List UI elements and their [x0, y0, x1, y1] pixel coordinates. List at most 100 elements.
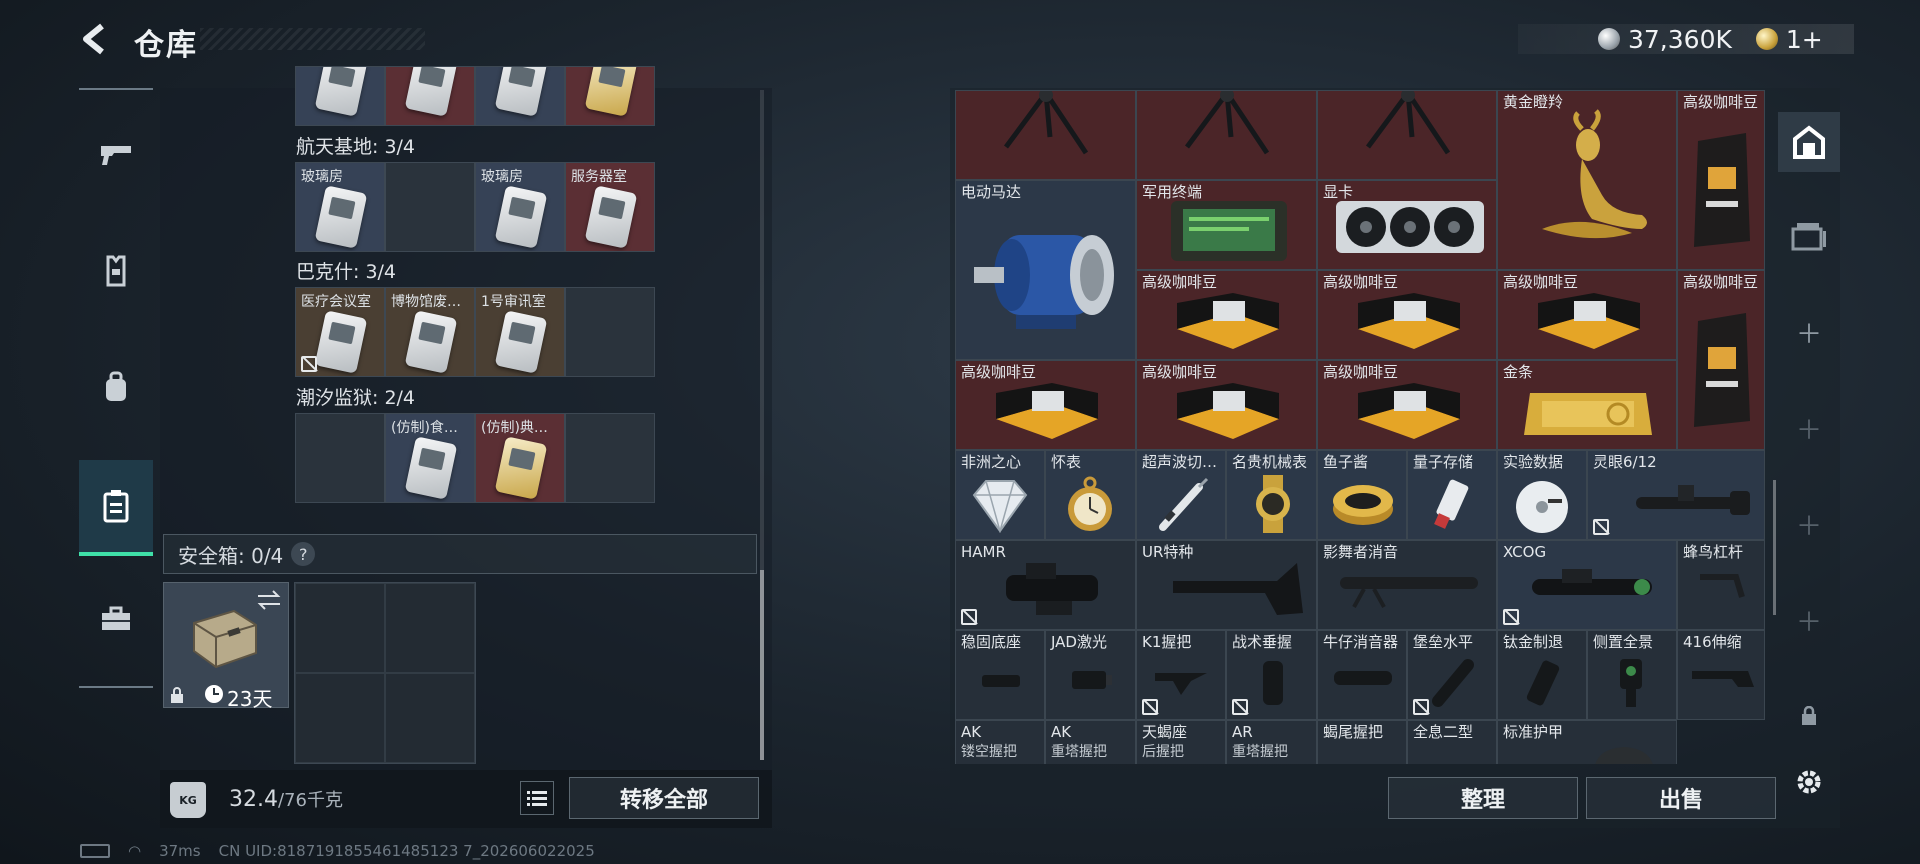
keycard-slot[interactable]: (仿制)食…	[385, 413, 475, 503]
stash-item-cowboy-suppressor[interactable]: 牛仔消音器	[1317, 630, 1407, 720]
organize-button[interactable]: 整理	[1388, 777, 1578, 819]
keycard-slot[interactable]: (仿制)典…	[475, 413, 565, 503]
stash-item-holo-sight[interactable]: 全息二型	[1407, 720, 1497, 764]
safe-slot[interactable]	[295, 673, 385, 763]
keycard-slot[interactable]: 博物馆废…	[385, 287, 475, 377]
stash-item-military-terminal[interactable]: 军用终端	[1136, 180, 1317, 270]
nav-keycard-holder-icon[interactable]	[79, 460, 153, 556]
storage-crate-icon[interactable]	[1778, 206, 1840, 266]
stash-item-coffee[interactable]: 高级咖啡豆	[1317, 360, 1497, 450]
keycard-slot-empty[interactable]	[565, 413, 655, 503]
lock-icon[interactable]	[1778, 686, 1840, 746]
mount-base-icon	[982, 675, 1020, 687]
transfer-all-button[interactable]: 转移全部	[569, 777, 759, 819]
item-label: 牛仔消音器	[1323, 633, 1399, 651]
stash-item-titanium-brake[interactable]: 钛金制退	[1497, 630, 1587, 720]
stash-item-coffee[interactable]: 高级咖啡豆	[1136, 270, 1317, 360]
stash-item-suppressor[interactable]: 影舞者消音	[1317, 540, 1497, 630]
keycard-slot[interactable]: 玻璃房	[475, 162, 565, 252]
settings-gear-icon[interactable]	[1778, 752, 1840, 812]
keycard-slot[interactable]: 医疗会议室	[295, 287, 385, 377]
back-arrow-icon[interactable]	[78, 22, 112, 56]
help-icon[interactable]: ?	[291, 542, 316, 566]
premium-amount[interactable]: 1+	[1786, 25, 1823, 54]
nav-toolbox-icon[interactable]	[79, 584, 153, 654]
stash-item-heart-of-africa[interactable]: 非洲之心	[955, 450, 1045, 540]
stash-item-golden-gazelle[interactable]: 黄金瞪羚	[1497, 90, 1677, 270]
stash-item-jad-laser[interactable]: JAD激光	[1045, 630, 1136, 720]
keycard-label: (仿制)典…	[481, 420, 548, 436]
stash-item-coffee[interactable]: 高级咖啡豆	[1136, 360, 1317, 450]
swap-icon[interactable]	[256, 589, 282, 611]
stash-item-lever[interactable]: 蜂鸟杠杆	[1677, 540, 1765, 630]
keycard-slot[interactable]	[295, 66, 385, 126]
safe-slot[interactable]	[385, 583, 475, 673]
stash-item-luxury-watch[interactable]: 名贵机械表	[1226, 450, 1317, 540]
item-label: 钛金制退	[1503, 633, 1564, 651]
stash-item-quantum-storage[interactable]: 量子存储	[1407, 450, 1497, 540]
stash-item-tripod[interactable]	[1136, 90, 1317, 180]
stash-item-coffee-bag[interactable]: 高级咖啡豆	[1677, 270, 1765, 450]
list-view-button[interactable]	[520, 781, 554, 815]
item-label: 天蝎座	[1142, 723, 1188, 741]
stash-item-ur-stock[interactable]: UR特种	[1136, 540, 1317, 630]
keycard-slot[interactable]: 玻璃房	[295, 162, 385, 252]
safe-box-case[interactable]: 23天	[163, 582, 289, 711]
stash-item-gold-bar[interactable]: 金条	[1497, 360, 1677, 450]
add-container-icon[interactable]: ＋	[1778, 398, 1840, 458]
stash-item-tripod[interactable]	[955, 90, 1136, 180]
stash-item-gpu[interactable]: 显卡	[1317, 180, 1497, 270]
add-container-icon[interactable]: ＋	[1778, 302, 1840, 362]
nav-backpack-icon[interactable]	[79, 352, 153, 422]
stash-item-416-stock[interactable]: 416伸缩	[1677, 630, 1765, 720]
stash-item-ak-heavy-grip[interactable]: AK 重塔握把	[1045, 720, 1136, 764]
stash-item-coffee-bag[interactable]: 高级咖啡豆	[1677, 90, 1765, 270]
stash-item-ak-grip[interactable]: AK 镂空握把	[955, 720, 1045, 764]
stash-item-pocket-watch[interactable]: 怀表	[1045, 450, 1136, 540]
keycard-slot[interactable]: 1号审讯室	[475, 287, 565, 377]
add-container-icon[interactable]: ＋	[1778, 590, 1840, 650]
ultrasonic-cutter-icon	[1159, 477, 1209, 531]
keycard-slot-empty[interactable]	[295, 413, 385, 503]
stash-item-electric-motor[interactable]: 电动马达	[955, 180, 1136, 360]
stash-item-scorpion-tail-grip[interactable]: 蝎尾握把	[1317, 720, 1407, 764]
keycard-slot[interactable]	[385, 66, 475, 126]
stash-item-tactical-grip[interactable]: 战术垂握	[1226, 630, 1317, 720]
stash-item-scope[interactable]: 灵眼6/12	[1587, 450, 1765, 540]
keycard-slot[interactable]: 服务器室	[565, 162, 655, 252]
stash-item-tripod[interactable]	[1317, 90, 1497, 180]
stash-item-scorpio-grip[interactable]: 天蝎座 后握把	[1136, 720, 1226, 764]
sell-button[interactable]: 出售	[1586, 777, 1776, 819]
stash-item-standard-armor[interactable]: 标准护甲	[1497, 720, 1677, 764]
keycard-slot[interactable]	[475, 66, 565, 126]
stash-item-coffee[interactable]: 高级咖啡豆	[1317, 270, 1497, 360]
nav-armor-vest-icon[interactable]	[79, 236, 153, 306]
keycard-slot-empty[interactable]	[385, 162, 475, 252]
stash-item-stable-base[interactable]: 稳固底座	[955, 630, 1045, 720]
stash-item-experiment-data[interactable]: 实验数据	[1497, 450, 1587, 540]
add-container-icon[interactable]: ＋	[1778, 494, 1840, 554]
stash-house-icon[interactable]	[1778, 112, 1840, 172]
safe-slot[interactable]	[385, 673, 475, 763]
stash-item-caviar[interactable]: 鱼子酱	[1317, 450, 1407, 540]
stash-item-coffee[interactable]: 高级咖啡豆	[1497, 270, 1677, 360]
keycard-icon	[494, 310, 548, 374]
stash-item-ultrasonic-cutter[interactable]: 超声波切…	[1136, 450, 1226, 540]
coffee-box-icon	[1177, 293, 1279, 349]
stash-item-coffee[interactable]: 高级咖啡豆	[955, 360, 1136, 450]
stash-item-xcog[interactable]: XCOG	[1497, 540, 1677, 630]
stash-scrollbar-thumb[interactable]	[1773, 480, 1776, 615]
nav-weapons-gun-icon[interactable]	[79, 120, 153, 190]
stash-item-hamr[interactable]: HAMR	[955, 540, 1136, 630]
left-scrollbar-thumb[interactable]	[760, 570, 764, 760]
keycard-slot[interactable]	[565, 66, 655, 126]
right-container-nav: ＋ ＋ ＋ ＋	[1778, 96, 1840, 816]
electric-motor-icon	[974, 235, 1114, 329]
stash-item-fortress-level[interactable]: 堡垒水平	[1407, 630, 1497, 720]
stash-item-ar-heavy-grip[interactable]: AR 重塔握把	[1226, 720, 1317, 764]
keycard-slot-empty[interactable]	[565, 287, 655, 377]
stash-item-side-panoramic[interactable]: 侧置全景	[1587, 630, 1677, 720]
item-label: 灵眼6/12	[1593, 453, 1657, 471]
safe-slot[interactable]	[295, 583, 385, 673]
stash-item-k1-grip[interactable]: K1握把	[1136, 630, 1226, 720]
